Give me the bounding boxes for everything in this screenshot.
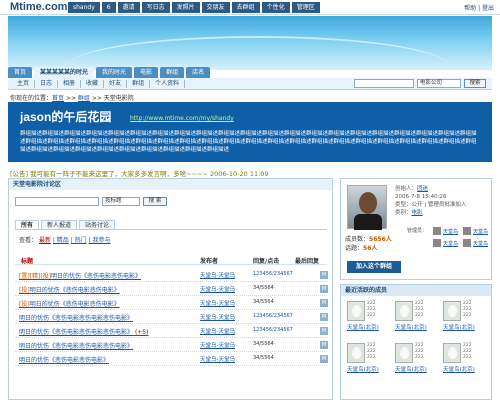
- table-row: 明日的忧伤《悲伤电影悲伤电影》 天堂乌-天堂乌 34/5564 M: [15, 352, 328, 366]
- site-search: 电影公司 搜索: [354, 79, 486, 88]
- sort-latest[interactable]: 最新: [39, 237, 51, 244]
- sub-nav: 主页 日志 相册 收藏 好友 群组 个人资料 电影公司 搜索: [8, 78, 492, 90]
- tab-home[interactable]: 首页: [8, 67, 33, 78]
- topic-list: [置][精][投]明日的忧伤《悲伤电影悲伤电影》 天堂乌-天堂乌 123456/23…: [15, 268, 328, 366]
- subnav-groups[interactable]: 群组: [127, 80, 151, 88]
- tab-my-time[interactable]: 我的时光: [96, 67, 133, 78]
- sort-mine[interactable]: | 我参与: [89, 237, 111, 244]
- subnav-favorites[interactable]: 收藏: [81, 80, 105, 88]
- movie-icon[interactable]: M: [320, 355, 328, 363]
- site-search-button[interactable]: 搜索: [464, 79, 486, 88]
- creator-link[interactable]: 团迷: [417, 186, 428, 192]
- top-nav: shandy 6 邀请 写日志 发照片 交朋友 去群组 个性化 管理区: [68, 2, 320, 13]
- help-logout-links[interactable]: 帮助 | 登出: [464, 3, 494, 12]
- table-header: 标题 发布者 回复/点击 最后回复: [15, 255, 327, 265]
- nav-write-log[interactable]: 写日志: [141, 2, 170, 13]
- list-item[interactable]: 222 222 222 天堂鸟(北京): [441, 299, 487, 337]
- category-link[interactable]: 电影: [412, 210, 423, 216]
- forum-search-button[interactable]: 搜 索: [143, 197, 167, 206]
- recent-members-title: 最近活跃的成员: [341, 285, 491, 296]
- breadcrumb-home[interactable]: 首页: [52, 95, 64, 102]
- breadcrumb: 你现在的位置：首页 >> 群组 >> 天堂电影院: [10, 95, 134, 102]
- list-item[interactable]: 222 222 222 天堂鸟(北京): [393, 341, 439, 379]
- subnav-profile[interactable]: 个人资料: [150, 80, 186, 88]
- header-banner: [8, 16, 492, 70]
- table-row: 明日的忧伤《悲伤电影悲伤电影悲伤电影》 天堂乌-天堂乌 34/5564 M: [15, 338, 328, 352]
- subnav-friends[interactable]: 好友: [104, 80, 128, 88]
- site-search-input[interactable]: [354, 79, 414, 88]
- table-row: [投]明日的忧伤《悲伤电影悲伤电影》 天堂乌-天堂乌 34/5564 M: [15, 282, 328, 296]
- site-logo[interactable]: Mtime.com: [10, 1, 67, 13]
- forum-search: 按标题 搜 索: [15, 197, 167, 206]
- join-group-button[interactable]: 加入这个群组: [347, 261, 401, 273]
- avatar: [433, 227, 441, 235]
- forum-title: 天堂电影院讨论区: [9, 179, 332, 190]
- tab-user-time[interactable]: 某某某某某的时光: [34, 67, 95, 78]
- top-bar: Mtime.com shandy 6 邀请 写日志 发照片 交朋友 去群组 个性…: [0, 0, 500, 15]
- table-row: [置][精][投]明日的忧伤《悲伤电影悲伤电影》 天堂乌-天堂乌 123456/23…: [15, 268, 328, 282]
- group-url-link[interactable]: http://www.mtime.com/my/shandy: [130, 115, 234, 122]
- list-item[interactable]: 222 222 222 天堂鸟(北京): [441, 341, 487, 379]
- subnav-album[interactable]: 相册: [58, 80, 82, 88]
- avatar: [443, 343, 461, 363]
- avatar: [395, 301, 413, 321]
- group-meta: 创始人：团迷 2006-7-8 15:40:26 类型：公开 | 管理员批准加入…: [395, 186, 467, 216]
- recent-members-panel: 最近活跃的成员 222 222 222 天堂鸟(北京) 222 222 222 天堂鸟(北京…: [340, 284, 492, 400]
- group-title: jason的午后花园: [20, 110, 112, 124]
- group-avatar[interactable]: [347, 185, 387, 230]
- avatar: [347, 301, 365, 321]
- table-row: 明日的忧伤《悲伤电影悲伤电影悲伤电影》 天堂乌-天堂乌 123456/234567 M: [15, 310, 328, 324]
- breadcrumb-current: 天堂电影院: [103, 95, 134, 102]
- avatar: [395, 343, 413, 363]
- tab-groups[interactable]: 群组: [160, 67, 185, 78]
- movie-icon[interactable]: M: [320, 313, 328, 321]
- group-stats: 成员数：5656人 话题：56人: [345, 236, 392, 252]
- announcement: [公告] 我可能有一阵子不能来这里了，大家多多发言啊，多啥~~~~ 2006-1…: [10, 170, 269, 178]
- sort-featured[interactable]: | 精品: [53, 237, 69, 244]
- sort-options: 查看： 最新 | 精品 | 热门 | 我参与: [19, 237, 111, 244]
- main-tabs: 首页 某某某某某的时光 我的时光 电影 群组 店名: [8, 67, 211, 78]
- nav-groups[interactable]: 去群组: [231, 2, 260, 13]
- avatar: [443, 301, 461, 321]
- nav-user[interactable]: shandy: [68, 2, 100, 13]
- group-hero: jason的午后花园 http://www.mtime.com/my/shand…: [8, 102, 492, 162]
- list-item[interactable]: 222 222 222 天堂鸟(北京): [393, 299, 439, 337]
- avatar: [347, 343, 365, 363]
- nav-personalize[interactable]: 个性化: [261, 2, 290, 13]
- subnav-home[interactable]: 主页: [12, 80, 36, 88]
- nav-photos[interactable]: 发照片: [171, 2, 200, 13]
- forum-search-select[interactable]: 按标题: [102, 197, 140, 206]
- breadcrumb-groups[interactable]: 群组: [78, 95, 90, 102]
- table-row: [投]明日的忧伤《悲伤电影悲伤电影》 天堂乌-天堂乌 34/5564 M: [15, 296, 328, 310]
- avatar: [433, 239, 441, 247]
- movie-icon[interactable]: M: [320, 299, 328, 307]
- movie-icon[interactable]: M: [320, 285, 328, 293]
- list-item[interactable]: 222 222 222 天堂鸟(北京): [345, 341, 391, 379]
- movie-icon[interactable]: M: [320, 341, 328, 349]
- forum-search-input[interactable]: [15, 197, 99, 206]
- movie-icon[interactable]: M: [320, 271, 328, 279]
- sort-hot[interactable]: | 热门: [71, 237, 87, 244]
- forum-panel: 天堂电影院讨论区 按标题 搜 索 所有 新人报道 站务讨论 查看： 最新 | 精…: [8, 178, 333, 400]
- nav-admin[interactable]: 管理区: [291, 2, 320, 13]
- avatar: [463, 239, 471, 247]
- nav-messages[interactable]: 6: [101, 2, 116, 13]
- tab-movies[interactable]: 电影: [134, 67, 159, 78]
- subnav-log[interactable]: 日志: [35, 80, 59, 88]
- nav-invite[interactable]: 邀请: [117, 2, 140, 13]
- group-description: 群组描述群组描述群组描述群组描述群组描述群组描述群组描述群组描述群组描述群组描述…: [20, 131, 477, 153]
- group-info-panel: 创始人：团迷 2006-7-8 15:40:26 类型：公开 | 管理员批准加入…: [340, 178, 492, 280]
- avatar: [463, 227, 471, 235]
- list-item[interactable]: 222 222 222 天堂鸟(北京): [345, 299, 391, 337]
- nav-friends[interactable]: 交朋友: [201, 2, 230, 13]
- movie-icon[interactable]: M: [320, 327, 328, 335]
- site-search-select[interactable]: 电影公司: [417, 79, 461, 88]
- table-row: 明日的忧伤《悲伤电影悲伤电影悲伤电影》 (+5) 天堂乌-天堂乌 123456/23…: [15, 324, 328, 338]
- tab-store[interactable]: 店名: [186, 67, 211, 78]
